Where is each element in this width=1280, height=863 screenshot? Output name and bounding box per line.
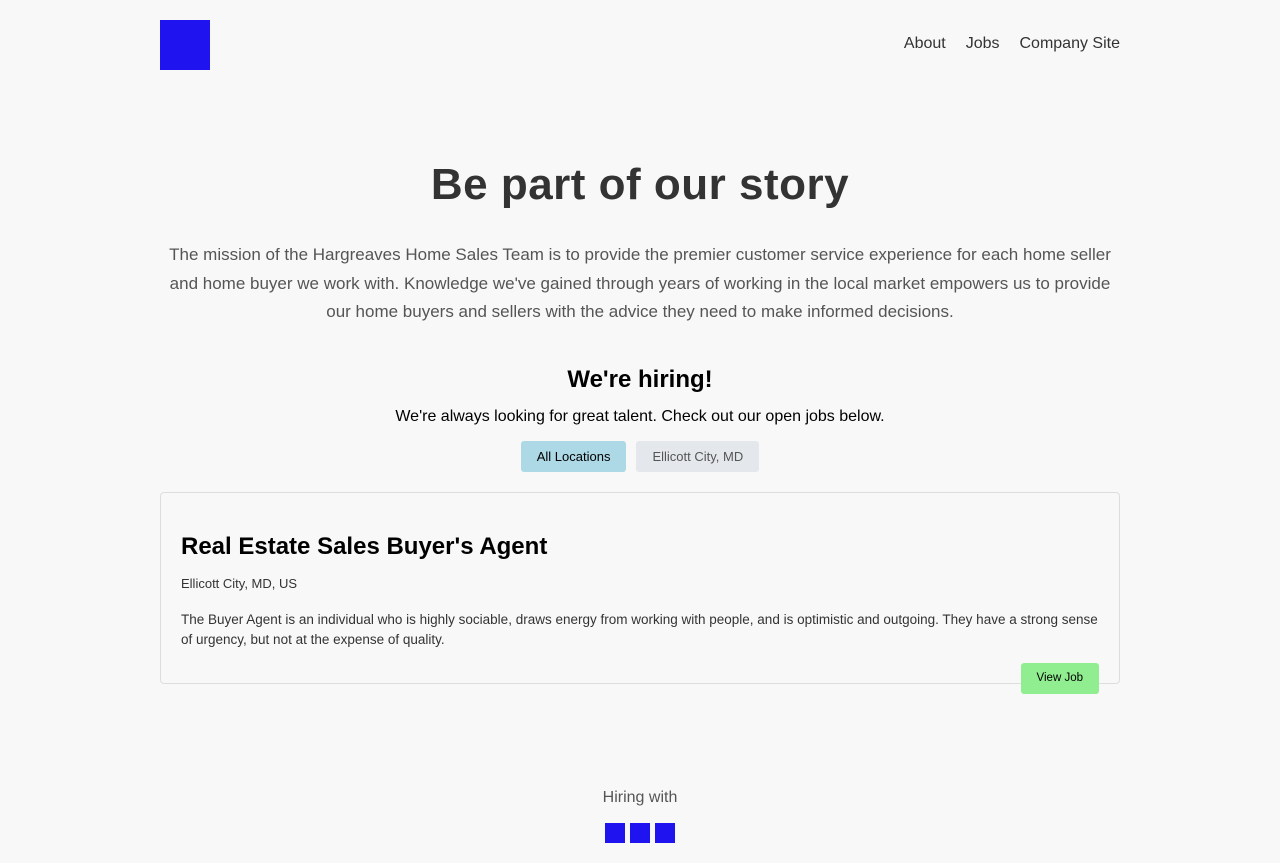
company-logo[interactable] <box>160 20 210 70</box>
page-title: Be part of our story <box>430 160 850 209</box>
social-link-1-icon[interactable] <box>605 823 625 843</box>
main-content: Be part of our story The mission of the … <box>160 160 1120 694</box>
nav-link-company-site[interactable]: Company Site <box>1020 34 1121 54</box>
filter-ellicott-city-button[interactable]: Ellicott City, MD <box>636 440 760 472</box>
job-card: Real Estate Sales Buyer's Agent Ellicott… <box>160 491 1120 694</box>
job-title[interactable]: Real Estate Sales Buyer's Agent <box>181 532 1099 562</box>
hiring-heading: We're hiring! <box>567 365 713 393</box>
site-header: About Jobs Company Site <box>160 0 1120 90</box>
job-location: Ellicott City, MD, US <box>181 575 298 591</box>
site-footer: Hiring with <box>0 788 1280 843</box>
job-description: The Buyer Agent is an individual who is … <box>181 611 1098 647</box>
view-job-button[interactable]: View Job <box>1020 662 1099 694</box>
mission-statement: The mission of the Hargreaves Home Sales… <box>169 245 1111 321</box>
hiring-subtitle: We're always looking for great talent. C… <box>395 407 885 425</box>
social-link-2-icon[interactable] <box>630 823 650 843</box>
filter-all-locations-button[interactable]: All Locations <box>520 440 627 472</box>
nav-link-jobs[interactable]: Jobs <box>966 34 1000 54</box>
social-link-3-icon[interactable] <box>655 823 675 843</box>
nav-link-about[interactable]: About <box>904 34 946 54</box>
hiring-with-label: Hiring with <box>602 789 678 806</box>
location-filters: All Locations Ellicott City, MD <box>160 440 1120 472</box>
main-nav: About Jobs Company Site <box>904 34 1120 54</box>
social-links <box>0 823 1280 843</box>
